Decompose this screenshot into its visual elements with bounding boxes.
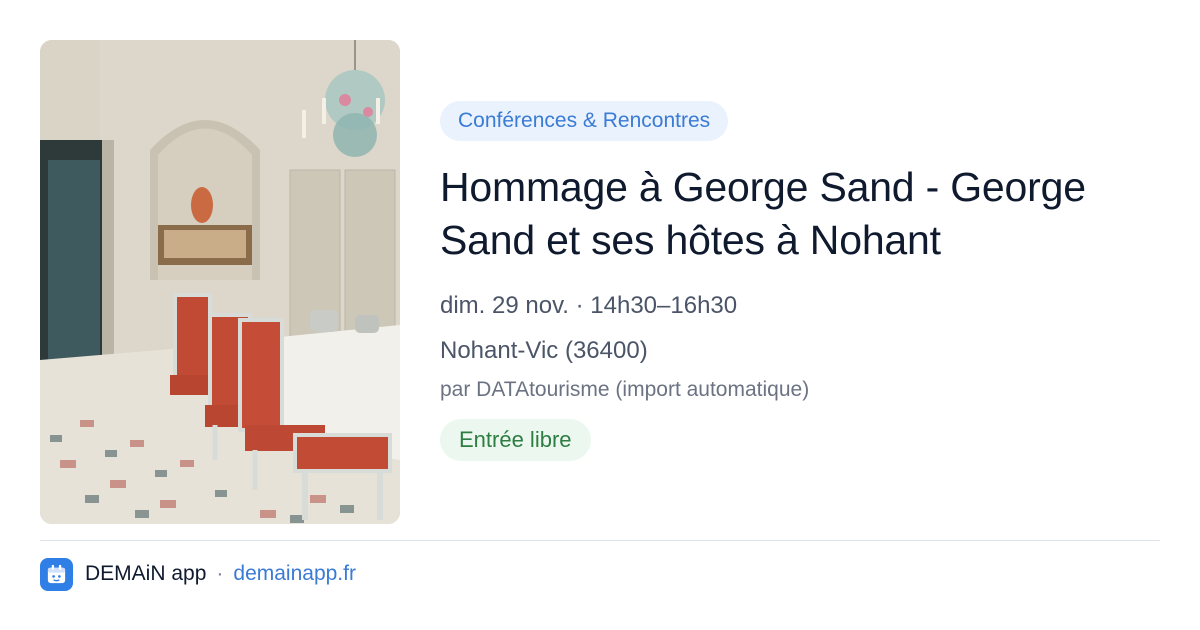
price-badge: Entrée libre: [440, 419, 591, 461]
event-location: Nohant-Vic (36400): [440, 337, 648, 364]
calendar-icon: [40, 557, 73, 591]
app-url-link[interactable]: demainapp.fr: [233, 562, 356, 586]
footer-separator: ·: [216, 562, 224, 585]
event-date: dim. 29 nov. · 14h30–16h30: [440, 292, 738, 319]
footer-divider: [40, 540, 1160, 541]
event-title: Hommage à George Sand - George Sand et s…: [440, 164, 1086, 263]
app-name: DEMAiN app: [85, 562, 207, 585]
event-source: par DATAtourisme (import automatique): [440, 378, 810, 401]
event-details: Conférences & Rencontres Hommage à Georg…: [440, 101, 1160, 461]
category-badge[interactable]: Conférences & Rencontres: [440, 101, 729, 141]
footer: DEMAiN app · demainapp.fr: [40, 556, 356, 592]
event-photo: [40, 40, 400, 524]
